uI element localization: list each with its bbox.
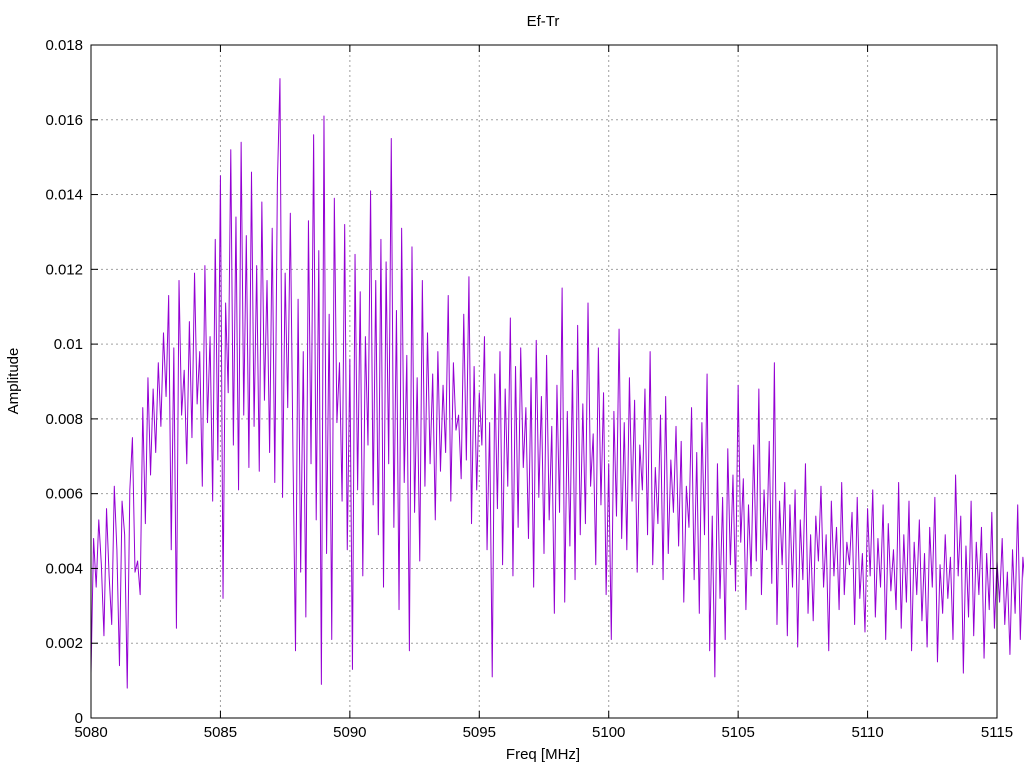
y-tick-label: 0.018 — [45, 37, 83, 54]
y-tick-label: 0.002 — [45, 635, 83, 652]
y-tick-label: 0.014 — [45, 187, 83, 204]
x-axis-label: Freq [MHz] — [506, 746, 580, 763]
y-tick-label: 0 — [75, 710, 83, 727]
y-tick-label: 0.016 — [45, 112, 83, 129]
y-tick-label: 0.006 — [45, 486, 83, 503]
y-axis-label: Amplitude — [5, 348, 22, 415]
chart: 5080 5085 5090 5095 5100 5105 5110 511500.0020.… — [0, 0, 1024, 768]
chart-background — [0, 0, 1024, 768]
x-tick-label: 5095 — [463, 724, 496, 741]
y-tick-label: 0.012 — [45, 261, 83, 278]
chart-title: Ef-Tr — [527, 13, 560, 30]
x-tick-label: 5100 — [592, 724, 625, 741]
x-tick-label: 5090 — [333, 724, 366, 741]
x-tick-label: 5085 — [204, 724, 237, 741]
x-tick-label: 5105 — [721, 724, 754, 741]
x-tick-label: 5110 — [851, 724, 883, 741]
y-tick-label: 0.01 — [54, 336, 83, 353]
x-tick-label: 5115 — [981, 724, 1013, 741]
y-tick-label: 0.004 — [45, 560, 83, 577]
y-tick-label: 0.008 — [45, 411, 83, 428]
